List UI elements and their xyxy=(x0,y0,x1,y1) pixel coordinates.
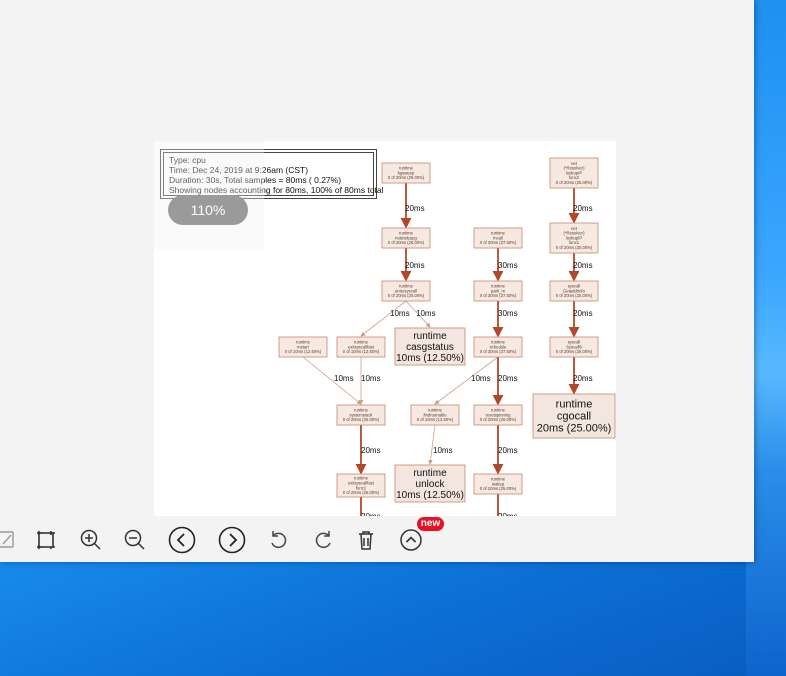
graph-node: runtimenotetsleepg0 of 20ms (25.00%) xyxy=(381,227,431,249)
edge-label: 10ms xyxy=(334,374,354,383)
edge-label: 20ms xyxy=(405,204,425,213)
edge-label: 20ms xyxy=(498,446,518,455)
graph-node: runtimesystemstack0 of 20ms (25.00%) xyxy=(336,404,386,426)
node-label: 20ms (25.00%) xyxy=(537,423,612,435)
graph-node: runtimeresetspinning0 of 20ms (25.00%) xyxy=(473,404,523,426)
new-badge: new xyxy=(417,517,444,531)
node-label: 0 of 20ms (25.00%) xyxy=(388,293,425,298)
edge-label: 30ms xyxy=(498,309,518,318)
chevron-left-circle-icon[interactable] xyxy=(168,526,196,554)
node-label: 0 of 30ms (37.50%) xyxy=(480,240,517,245)
graph-node: runtimeexitsyscallfast0 of 10ms (12.50%) xyxy=(336,336,386,358)
edge-label: 30ms xyxy=(498,261,518,270)
zoom-level: 110% xyxy=(168,195,248,225)
graph-node: runtimeexitsyscallfastfunc10 of 20ms (25… xyxy=(336,473,386,498)
viewer-toolbar xyxy=(0,520,754,560)
graph-node: runtimeunlock10ms (12.50%) xyxy=(394,464,466,503)
node-label: 0 of 20ms (25.00%) xyxy=(480,417,517,422)
edge-label: 10ms xyxy=(361,374,381,383)
node-label: 10ms (12.50%) xyxy=(396,353,464,364)
zoom-out-icon[interactable] xyxy=(121,526,149,554)
edge-label: 10ms xyxy=(416,309,436,318)
graph-edge xyxy=(428,424,436,465)
graph-node: runtimeentersyscall0 of 20ms (25.00%) xyxy=(381,280,431,302)
graph-node: runtimemcall0 of 30ms (37.50%) xyxy=(473,227,523,249)
graph-node: net(*Resolver)lookupIPfunc20 of 20ms (25… xyxy=(549,157,599,189)
rotate-left-icon[interactable] xyxy=(265,526,293,554)
graph-node: runtimefindrunnable0 of 10ms (12.50%) xyxy=(410,404,460,426)
edge-label: 20ms xyxy=(573,309,593,318)
graph-node: runtimewakep0 of 20ms (25.00%) xyxy=(473,473,523,495)
edge-label: 20ms xyxy=(573,261,593,270)
node-label: 0 of 10ms (12.50%) xyxy=(343,349,380,354)
node-label: 0 of 20ms (25.00%) xyxy=(388,240,425,245)
node-label: 0 of 20ms (25.00%) xyxy=(556,245,593,250)
edge-label: 10ms xyxy=(390,309,410,318)
node-label: cgocall xyxy=(557,411,591,423)
node-label: 0 of 20ms (25.00%) xyxy=(556,180,593,185)
graph-node: runtimeschedule0 of 30ms (37.50%) xyxy=(473,336,523,358)
photo-viewer-window: 20ms 20ms 10ms 10ms 10ms 10ms 20ms 20ms 30ms 30ms… xyxy=(0,0,754,562)
node-label: 0 of 10ms (12.50%) xyxy=(417,417,454,422)
node-label: 0 of 20ms (25.00%) xyxy=(343,417,380,422)
edge-label: 20ms xyxy=(498,374,518,383)
graph-node: runtimemstart0 of 10ms (12.50%) xyxy=(278,336,328,358)
trash-icon[interactable] xyxy=(352,526,380,554)
node-label: 0 of 20ms (25.00%) xyxy=(480,486,517,491)
graph-node: runtimebgsweep0 of 20ms (25.00%) xyxy=(381,162,431,184)
node-label: 0 of 20ms (25.00%) xyxy=(343,490,380,495)
node-label: 0 of 30ms (37.50%) xyxy=(480,293,517,298)
node-label: unlock xyxy=(416,479,446,490)
node-label: 0 of 20ms (25.00%) xyxy=(556,293,593,298)
edge-label: 10ms xyxy=(471,374,491,383)
node-label: casgstatus xyxy=(406,342,454,353)
edit-icon[interactable] xyxy=(0,526,20,554)
node-label: 0 of 20ms (25.00%) xyxy=(556,349,593,354)
node-label: 0 of 30ms (37.50%) xyxy=(480,349,517,354)
edge-label: 20ms xyxy=(361,446,381,455)
edge-label: 10ms xyxy=(433,446,453,455)
node-label: 10ms (12.50%) xyxy=(396,490,464,501)
node-label: 0 of 20ms (25.00%) xyxy=(388,175,425,180)
edge-label: 20ms xyxy=(405,261,425,270)
node-label: runtime xyxy=(413,468,447,479)
edge-label: 20ms xyxy=(573,374,593,383)
rotate-right-icon[interactable] xyxy=(309,526,337,554)
edge-label: 20ms xyxy=(498,512,518,516)
graph-node: runtimecgocall20ms (25.00%) xyxy=(532,393,616,439)
edge-label: 20ms xyxy=(573,204,593,213)
node-label: runtime xyxy=(556,399,593,411)
graph-node: runtimepark_m0 of 30ms (37.50%) xyxy=(473,280,523,302)
zoom-in-icon[interactable] xyxy=(77,526,105,554)
crop-icon[interactable] xyxy=(32,526,60,554)
node-label: 0 of 10ms (12.50%) xyxy=(285,349,322,354)
chevron-right-circle-icon[interactable] xyxy=(218,526,246,554)
node-label: runtime xyxy=(413,331,447,342)
graph-node: syscallGetaddrinfo0 of 20ms (25.00%) xyxy=(549,280,599,302)
graph-node: runtimecasgstatus10ms (12.50%) xyxy=(394,327,466,366)
graph-node: syscallSyscall60 of 20ms (25.00%) xyxy=(549,336,599,358)
graph-node: net(*Resolver)lookupIPfunc10 of 20ms (25… xyxy=(549,222,599,254)
edge-label: 20ms xyxy=(361,512,381,516)
